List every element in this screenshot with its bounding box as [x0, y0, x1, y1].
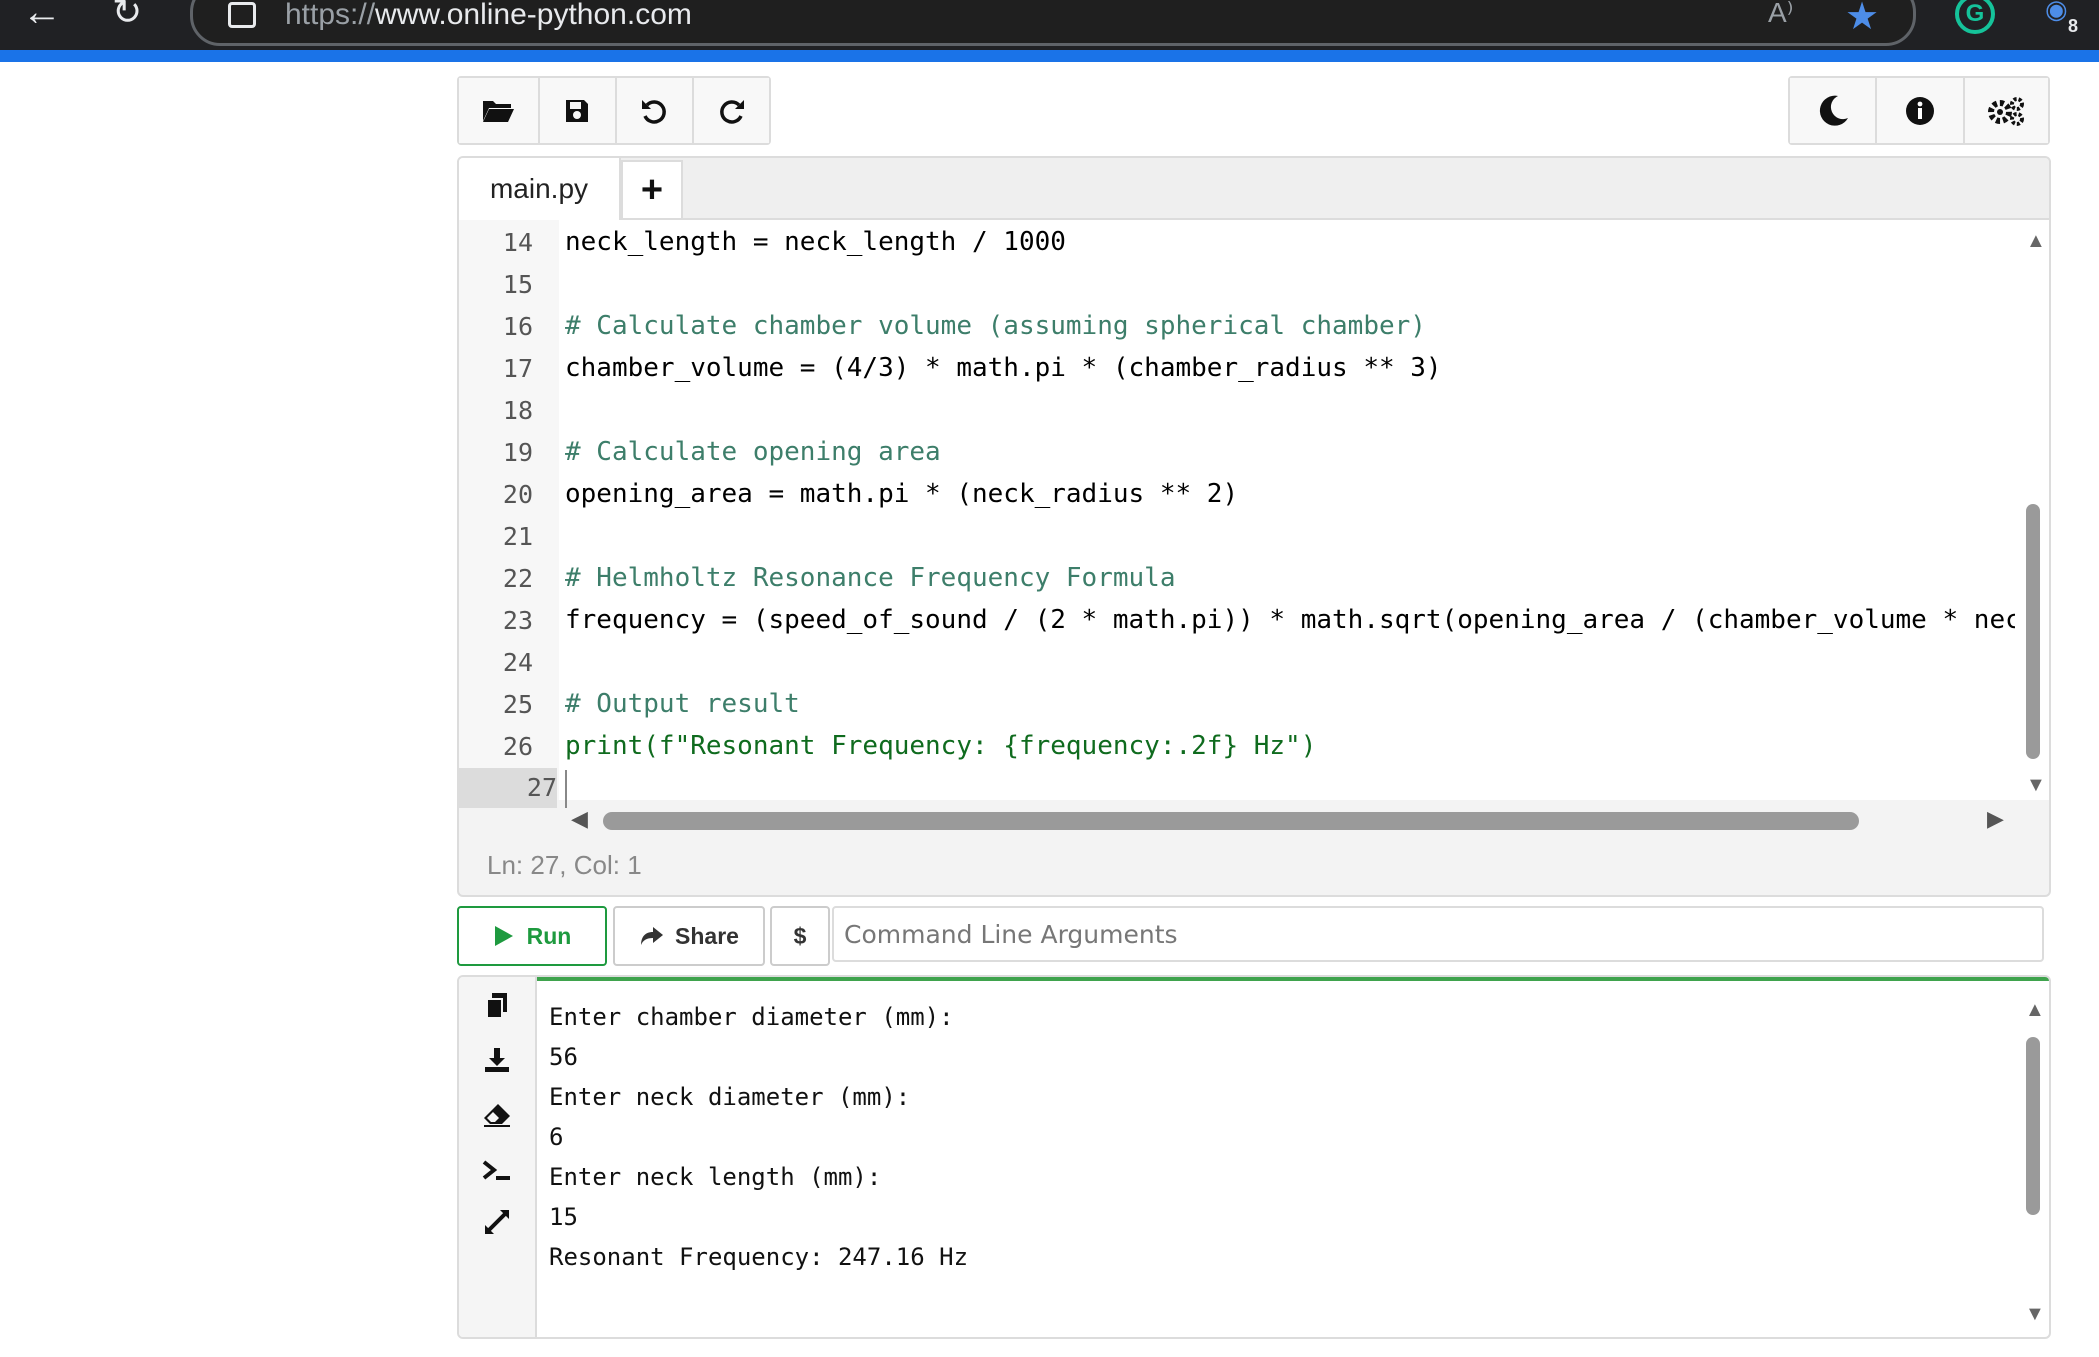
info-icon[interactable]	[1877, 78, 1965, 143]
line-number: 18	[502, 396, 533, 425]
save-icon[interactable]	[539, 78, 617, 143]
settings-gears-icon[interactable]	[1964, 78, 2048, 143]
terminal-icon[interactable]	[477, 1153, 517, 1193]
site-info-icon[interactable]	[228, 2, 256, 28]
vertical-scrollbar-thumb[interactable]	[2026, 504, 2040, 759]
code-line-14: neck_length = neck_length / 1000	[565, 227, 1066, 257]
undo-icon[interactable]	[616, 78, 694, 143]
download-icon[interactable]	[477, 1045, 517, 1085]
code-line-22: # Helmholtz Resonance Frequency Formula	[565, 563, 1176, 593]
extension-icon[interactable]: ◉	[2045, 0, 2068, 25]
share-button[interactable]: Share	[613, 906, 765, 966]
code-area[interactable]: 14 15 16 17 18 19 20 21 22 23 24 25 26 2…	[459, 220, 2049, 808]
output-line: Enter neck diameter (mm):	[549, 1083, 911, 1111]
output-line: Enter chamber diameter (mm):	[549, 1003, 954, 1031]
back-icon[interactable]: ←	[22, 0, 62, 32]
output-status-line	[537, 977, 2049, 981]
output-line: 56	[549, 1043, 578, 1071]
code-editor-panel: main.py + 14 15 16 17 18 19 20 21 22 23 …	[457, 156, 2051, 897]
line-number: 22	[502, 564, 533, 593]
copy-icon[interactable]	[477, 991, 517, 1031]
horizontal-scrollbar-thumb[interactable]	[603, 812, 1859, 830]
line-number: 19	[502, 438, 533, 467]
extension-badge: 8	[2068, 16, 2079, 36]
add-tab-button[interactable]: +	[621, 160, 683, 220]
tab-main-py[interactable]: main.py	[459, 158, 621, 220]
grammarly-icon[interactable]: G	[1955, 0, 1995, 34]
output-scrollbar-thumb[interactable]	[2026, 1037, 2040, 1215]
output-line: 6	[549, 1123, 564, 1151]
eraser-icon[interactable]	[477, 1099, 517, 1139]
share-arrow-icon	[641, 927, 664, 945]
play-icon	[494, 926, 513, 946]
view-toolbar	[1788, 76, 2050, 145]
output-scroll-down-icon[interactable]: ▼	[2025, 1303, 2045, 1326]
cursor-position-status: Ln: 27, Col: 1	[487, 850, 642, 880]
dark-mode-icon[interactable]	[1790, 78, 1878, 143]
line-number: 17	[502, 354, 533, 383]
expand-icon[interactable]	[477, 1207, 517, 1247]
line-number: 14	[502, 228, 533, 257]
refresh-icon[interactable]: ↻	[112, 0, 142, 32]
read-aloud-icon[interactable]: A⁾	[1768, 0, 1794, 29]
favorite-star-icon[interactable]: ★	[1845, 0, 1879, 39]
command-line-arguments-input[interactable]: Command Line Arguments	[832, 906, 2044, 962]
line-number: 25	[502, 690, 533, 719]
output-scroll-up-icon[interactable]: ▲	[2025, 999, 2045, 1022]
code-line-19: # Calculate opening area	[565, 437, 941, 467]
code-line-20: opening_area = math.pi * (neck_radius **…	[565, 479, 1239, 509]
line-number: 16	[502, 312, 533, 341]
code-line-25: # Output result	[565, 689, 800, 719]
line-number: 21	[502, 522, 533, 551]
run-label: Run	[526, 922, 572, 949]
line-number: 20	[502, 480, 533, 509]
file-tab-bar: main.py +	[459, 158, 2049, 220]
line-number: 26	[502, 732, 533, 761]
file-toolbar	[457, 76, 771, 145]
page-load-bar	[0, 50, 2099, 62]
line-number-gutter: 14 15 16 17 18 19 20 21 22 23 24 25 26 2…	[459, 220, 559, 808]
command-args-toggle-button[interactable]: $	[770, 906, 830, 966]
scroll-right-icon[interactable]: ▶	[1987, 806, 2004, 832]
output-sidebar	[459, 977, 537, 1337]
output-panel: Enter chamber diameter (mm): 56 Enter ne…	[457, 975, 2051, 1339]
scroll-up-icon[interactable]: ▲	[2026, 230, 2046, 253]
output-line: 15	[549, 1203, 578, 1231]
output-line: Enter neck length (mm):	[549, 1163, 882, 1191]
active-line-number: 27	[459, 768, 557, 808]
share-label: Share	[675, 922, 739, 949]
line-number: 15	[502, 270, 533, 299]
code-line-17: chamber_volume = (4/3) * math.pi * (cham…	[565, 353, 1442, 383]
text-cursor	[565, 770, 567, 808]
scroll-left-icon[interactable]: ◀	[571, 806, 588, 832]
output-line: Resonant Frequency: 247.16 Hz	[549, 1243, 969, 1271]
code-line-16: # Calculate chamber volume (assuming sph…	[565, 311, 1426, 341]
redo-icon[interactable]	[694, 78, 770, 143]
scroll-down-icon[interactable]: ▼	[2026, 774, 2046, 797]
code-line-26: print(f"Resonant Frequency: {frequency:.…	[565, 731, 1317, 761]
url-text[interactable]: https://www.online-python.com	[285, 0, 692, 32]
line-number: 24	[502, 648, 533, 677]
open-folder-icon[interactable]	[459, 78, 540, 143]
browser-toolbar: ← ↻ https://www.online-python.com A⁾ ★ G…	[0, 0, 2099, 50]
run-button[interactable]: Run	[457, 906, 607, 966]
line-number: 23	[502, 606, 533, 635]
code-line-23: frequency = (speed_of_sound / (2 * math.…	[565, 605, 2015, 635]
